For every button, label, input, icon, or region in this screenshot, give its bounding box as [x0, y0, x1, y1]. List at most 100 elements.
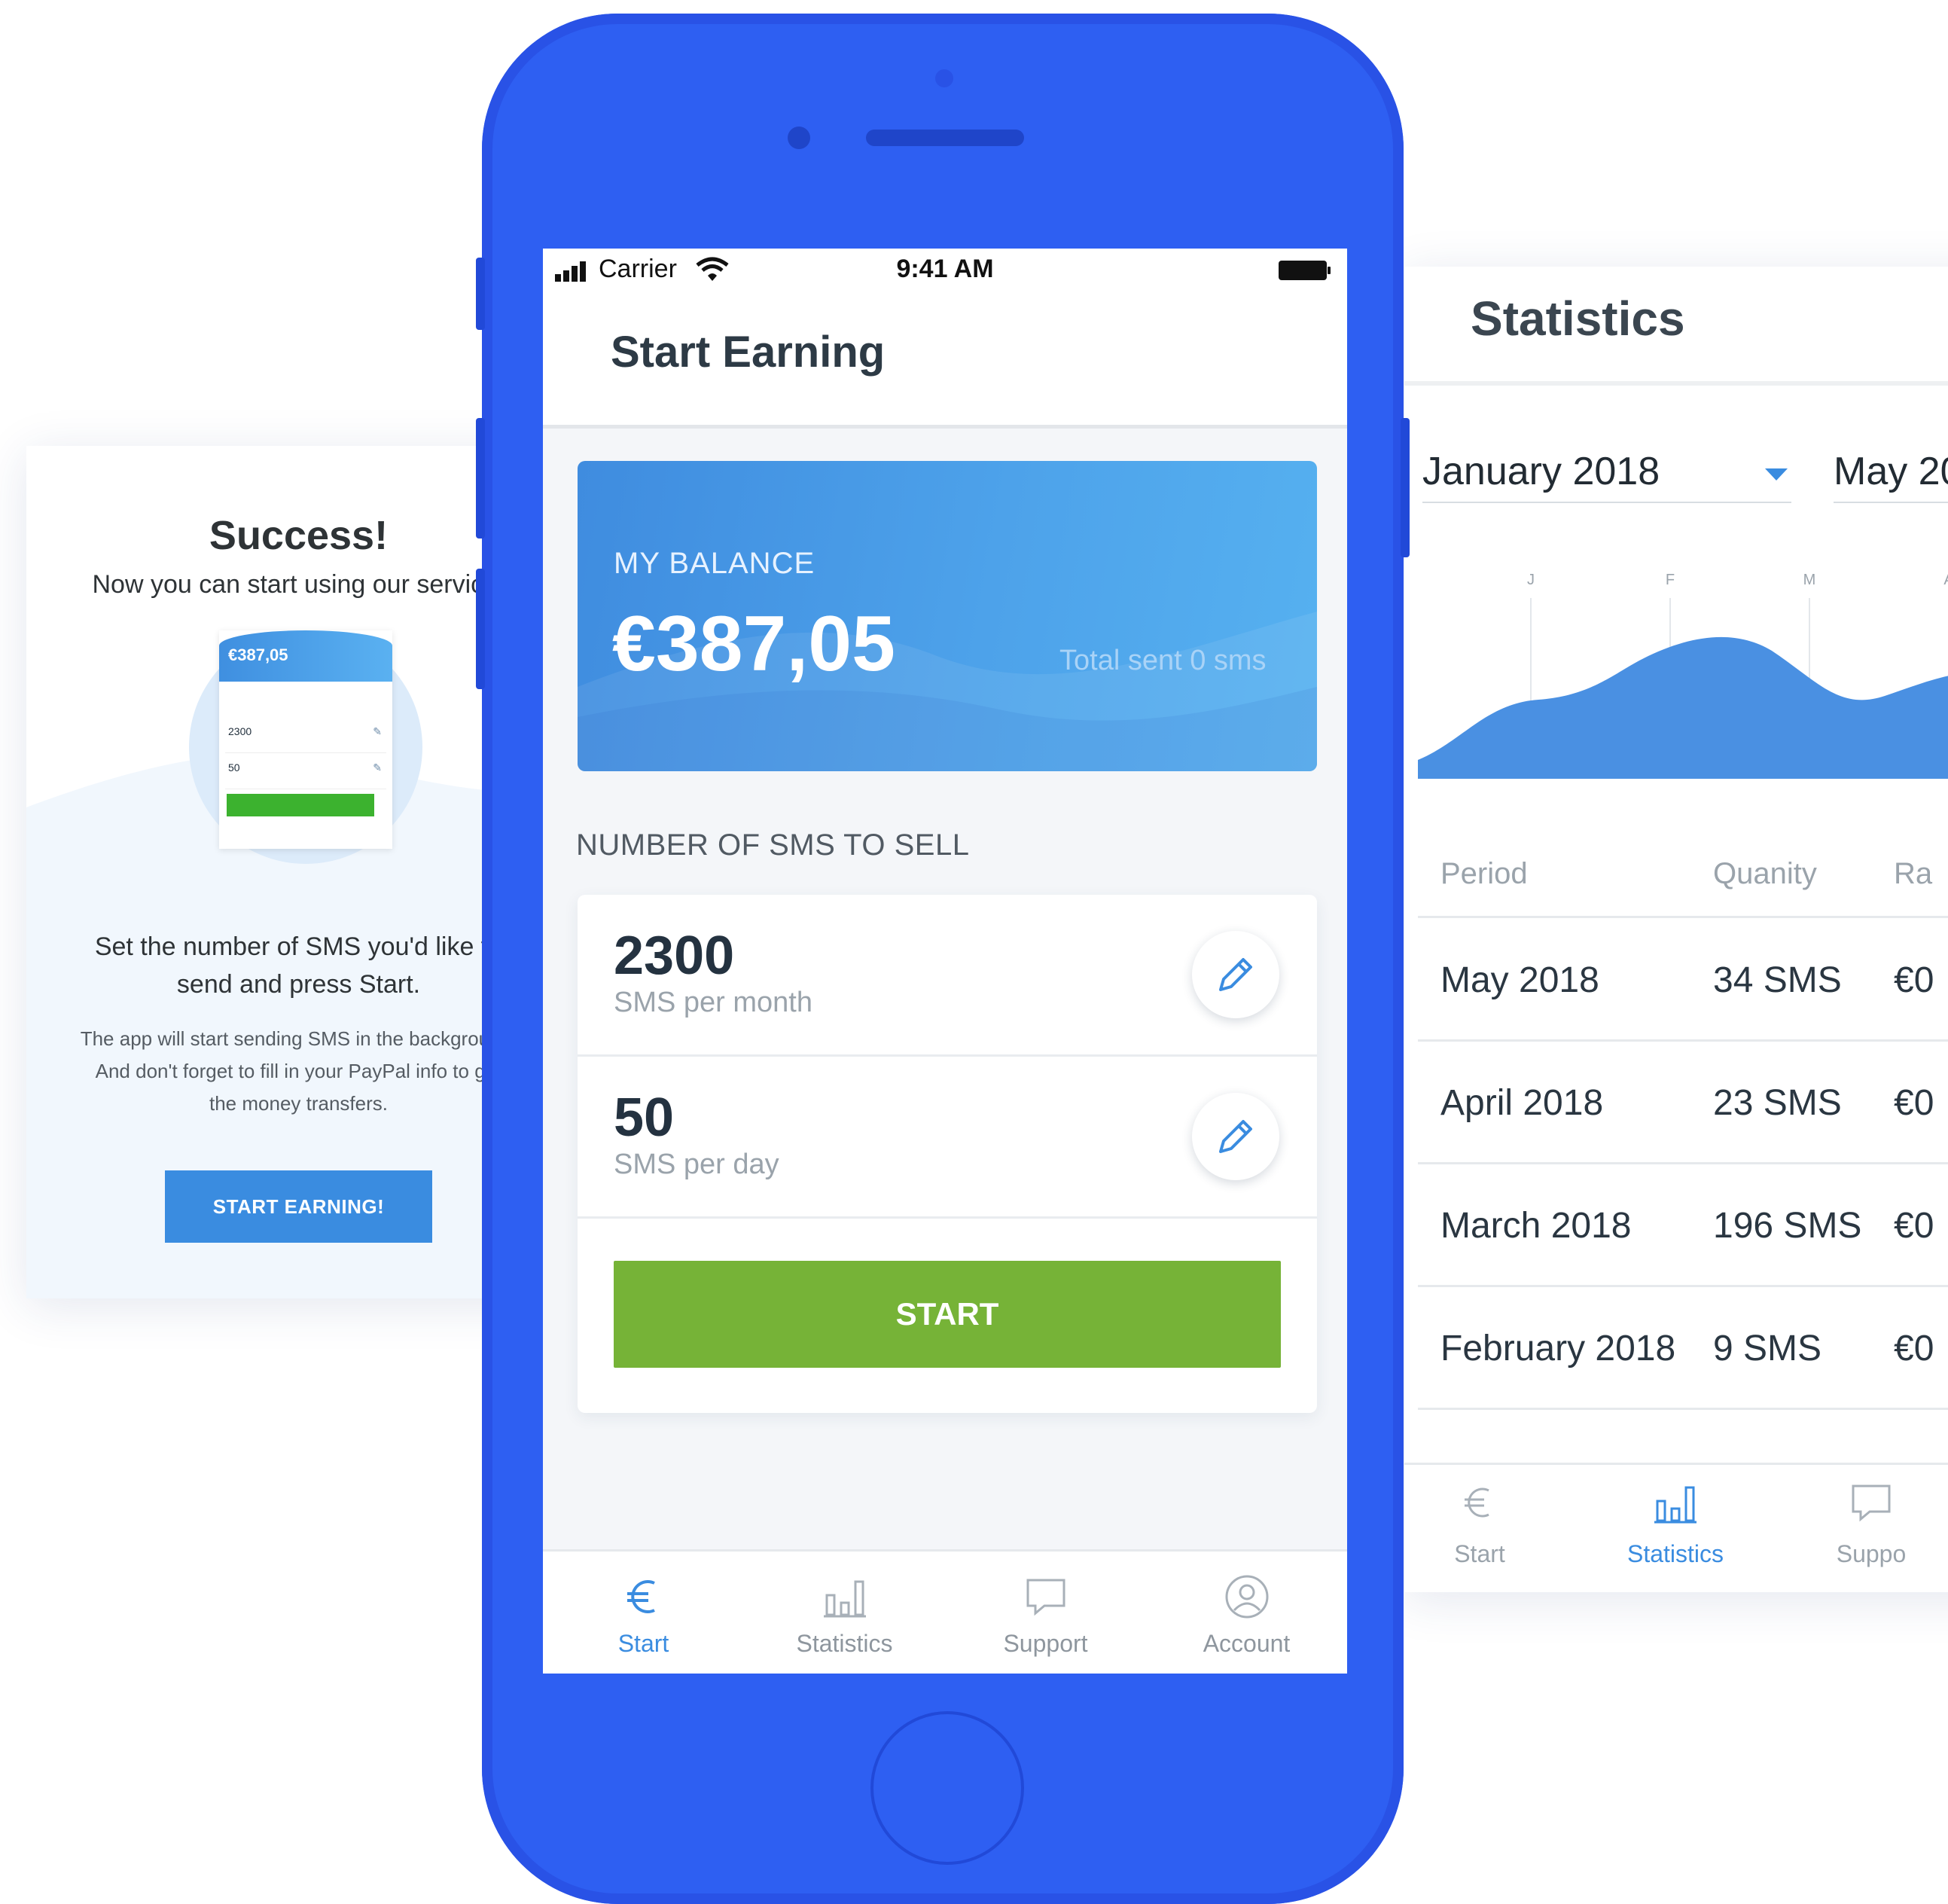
rate-cell: €0: [1894, 1206, 1934, 1246]
area-chart: J F M A: [1418, 572, 1948, 779]
rate-cell: €0: [1894, 1329, 1934, 1368]
table-row[interactable]: April 2018 23 SMS €0: [1418, 1042, 1948, 1164]
table-header-cell: Quanity: [1713, 857, 1817, 890]
status-bar: Carrier 9:41 AM: [543, 249, 1347, 291]
sms-per-day-row: 50 SMS per day: [578, 1057, 1317, 1219]
quantity-cell: 196 SMS: [1713, 1206, 1862, 1246]
quantity-cell: 34 SMS: [1713, 960, 1842, 1000]
sms-settings-card: 2300 SMS per month 50 SMS per day START: [578, 895, 1317, 1413]
chart-area: [1418, 636, 1948, 779]
balance-value: €387,05: [612, 600, 895, 688]
nav-start[interactable]: Start: [543, 1552, 744, 1674]
phone-side-button: [476, 569, 485, 689]
period-cell: March 2018: [1440, 1206, 1632, 1246]
period-cell: May 2018: [1440, 960, 1599, 1000]
front-camera: [788, 127, 810, 149]
start-button[interactable]: START: [614, 1261, 1281, 1368]
chat-bubble-icon: [1026, 1579, 1065, 1616]
pencil-icon: ✎: [373, 761, 382, 774]
home-button[interactable]: [870, 1711, 1024, 1865]
quantity-cell: 23 SMS: [1713, 1083, 1842, 1123]
phone-sensor: [935, 69, 953, 87]
statistics-bottom-nav: Start Statistics Suppo: [1404, 1463, 1948, 1592]
period-cell: April 2018: [1440, 1083, 1604, 1123]
user-circle-icon: [1225, 1575, 1269, 1619]
nav-support[interactable]: Support: [945, 1552, 1146, 1674]
nav-label: Suppo: [1836, 1540, 1907, 1567]
nav-label: Account: [1203, 1630, 1291, 1657]
euro-icon: [1465, 1488, 1489, 1518]
detail-text: The app will start sending SMS in the ba…: [80, 1027, 517, 1115]
chat-bubble-icon: [1852, 1484, 1891, 1522]
sms-per-month-row: 2300 SMS per month: [578, 895, 1317, 1057]
chart-month-label: A: [1943, 572, 1948, 588]
status-time: 9:41 AM: [896, 255, 994, 283]
statistics-title: Statistics: [1471, 291, 1685, 346]
page-title: Start Earning: [611, 328, 886, 377]
pencil-icon: [1219, 958, 1252, 991]
nav-label: Statistics: [1626, 1540, 1724, 1567]
header-divider: [1404, 381, 1948, 386]
phone-screen: Carrier 9:41 AM Start Earning MY BALANCE…: [543, 249, 1347, 1674]
total-sent-text: Total sent 0 sms: [1059, 645, 1267, 676]
chart-month-label: J: [1527, 572, 1535, 588]
sms-section-label: NUMBER OF SMS TO SELL: [576, 828, 970, 862]
preview-row: 2300 ✎: [225, 721, 386, 753]
app-preview-illustration: €387,05 2300 ✎ 50 ✎: [181, 630, 437, 886]
sms-per-month-unit: SMS per month: [614, 987, 812, 1018]
pencil-icon: ✎: [373, 725, 382, 737]
period-cell: February 2018: [1440, 1329, 1676, 1368]
date-to-value: May 20: [1834, 450, 1948, 493]
start-earning-button[interactable]: START EARNING!: [165, 1170, 432, 1243]
nav-label: Statistics: [796, 1630, 893, 1657]
preview-row: 50 ✎: [225, 757, 386, 789]
phone-speaker: [866, 130, 1024, 146]
nav-statistics[interactable]: Statistics: [1600, 1465, 1751, 1592]
date-to-select[interactable]: May 20: [1834, 441, 1948, 503]
balance-card: MY BALANCE €387,05 Total sent 0 sms: [578, 461, 1317, 771]
balance-label: MY BALANCE: [614, 547, 815, 580]
instruction-text: Set the number of SMS you'd like to send…: [94, 932, 503, 999]
nav-support[interactable]: Suppo: [1796, 1465, 1946, 1592]
sms-per-month-value: 2300: [614, 926, 735, 986]
preview-row-value: 50: [228, 761, 240, 774]
nav-label: Start: [617, 1630, 669, 1657]
nav-statistics[interactable]: Statistics: [744, 1552, 945, 1674]
nav-label: Start: [1454, 1540, 1505, 1567]
app-header: Start Earning: [543, 291, 1347, 429]
table-header: Period Quanity Ra: [1418, 848, 1948, 918]
bar-chart-icon: [1654, 1486, 1696, 1524]
battery-icon: [1279, 261, 1331, 280]
bar-chart-icon: [824, 1580, 866, 1618]
phone-side-button: [476, 258, 485, 330]
quantity-cell: 9 SMS: [1713, 1329, 1822, 1368]
caret-down-icon: [1765, 468, 1788, 481]
date-from-select[interactable]: January 2018: [1422, 441, 1791, 503]
sms-per-day-unit: SMS per day: [614, 1149, 779, 1180]
table-row[interactable]: May 2018 34 SMS €0: [1418, 919, 1948, 1042]
date-from-value: January 2018: [1422, 450, 1660, 493]
table-row[interactable]: February 2018 9 SMS €0: [1418, 1287, 1948, 1410]
nav-account[interactable]: Account: [1146, 1552, 1347, 1674]
rate-cell: €0: [1894, 960, 1934, 1000]
rate-cell: €0: [1894, 1083, 1934, 1123]
preview-balance-value: €387,05: [228, 645, 288, 664]
pencil-icon: [1219, 1120, 1252, 1153]
preview-start-button: [227, 794, 374, 816]
chart-month-label: M: [1803, 572, 1816, 588]
preview-phone: €387,05 2300 ✎ 50 ✎: [219, 630, 392, 849]
table-row[interactable]: March 2018 196 SMS €0: [1418, 1164, 1948, 1287]
sms-per-day-value: 50: [614, 1088, 675, 1148]
euro-icon: [627, 1580, 655, 1613]
nav-label: Support: [1003, 1630, 1088, 1657]
preview-row-value: 2300: [228, 725, 252, 737]
phone-side-button: [476, 418, 485, 539]
edit-day-button[interactable]: [1192, 1093, 1279, 1180]
statistics-card: Statistics January 2018 May 20 J F M A P…: [1404, 267, 1948, 1592]
edit-month-button[interactable]: [1192, 931, 1279, 1018]
chart-month-label: F: [1666, 572, 1675, 588]
bottom-nav: Start Statistics Support Account: [543, 1549, 1347, 1674]
nav-start[interactable]: Start: [1404, 1465, 1555, 1592]
table-header-cell: Period: [1440, 857, 1528, 890]
table-header-cell: Ra: [1894, 857, 1933, 890]
